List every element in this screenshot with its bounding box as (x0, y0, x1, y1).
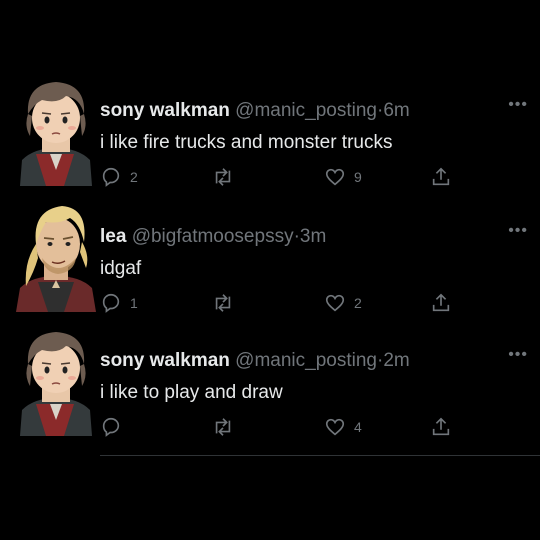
user-handle[interactable]: @manic_posting (235, 100, 377, 121)
more-options-icon[interactable]: ••• (508, 222, 528, 240)
more-options-icon[interactable]: ••• (508, 96, 528, 114)
tweet-actions: 4 (100, 416, 460, 446)
retweet-button[interactable] (212, 166, 242, 188)
tweet-actions: 2 9 (100, 166, 460, 196)
tweet-2[interactable]: lea @bigfatmoosepssy·3m ••• idgaf 1 2 (0, 202, 540, 332)
like-count: 2 (354, 295, 362, 311)
avatar[interactable] (12, 76, 100, 188)
display-name[interactable]: sony walkman (100, 100, 230, 121)
tweet-header: sony walkman @manic_posting·6m (100, 100, 410, 122)
user-handle[interactable]: @bigfatmoosepssy (132, 226, 294, 247)
reply-count: 2 (130, 169, 138, 185)
retweet-icon (215, 294, 231, 312)
heart-icon (325, 418, 345, 436)
reply-button[interactable] (100, 416, 130, 438)
like-button[interactable]: 4 (324, 416, 362, 438)
timestamp[interactable]: 6m (383, 100, 409, 121)
display-name[interactable]: lea (100, 226, 126, 247)
retweet-icon (215, 168, 231, 186)
retweet-button[interactable] (212, 292, 242, 314)
share-button[interactable] (430, 292, 460, 314)
heart-icon (325, 294, 345, 312)
avatar[interactable] (12, 326, 100, 438)
reply-icon (102, 417, 120, 437)
share-button[interactable] (430, 166, 460, 188)
avatar[interactable] (12, 202, 100, 314)
reply-button[interactable]: 1 (100, 292, 138, 314)
divider (100, 455, 540, 456)
share-icon (432, 167, 450, 186)
timestamp[interactable]: 3m (300, 226, 326, 247)
tweet-header: sony walkman @manic_posting·2m (100, 350, 410, 372)
like-count: 4 (354, 419, 362, 435)
like-count: 9 (354, 169, 362, 185)
retweet-icon (215, 418, 231, 436)
tweet-text: idgaf (100, 258, 142, 279)
tweet-1[interactable]: sony walkman @manic_posting·6m ••• i lik… (0, 76, 540, 206)
reply-icon (102, 293, 120, 313)
tweet-actions: 1 2 (100, 292, 460, 322)
heart-icon (325, 168, 345, 186)
like-button[interactable]: 9 (324, 166, 362, 188)
more-options-icon[interactable]: ••• (508, 346, 528, 364)
retweet-button[interactable] (212, 416, 242, 438)
timestamp[interactable]: 2m (383, 350, 409, 371)
tweet-text: i like to play and draw (100, 382, 283, 403)
tweet-header: lea @bigfatmoosepssy·3m (100, 226, 326, 248)
reply-count: 1 (130, 295, 138, 311)
reply-button[interactable]: 2 (100, 166, 138, 188)
user-handle[interactable]: @manic_posting (235, 350, 377, 371)
share-button[interactable] (430, 416, 460, 438)
tweet-text: i like fire trucks and monster trucks (100, 132, 393, 153)
like-button[interactable]: 2 (324, 292, 362, 314)
share-icon (432, 417, 450, 436)
share-icon (432, 293, 450, 312)
display-name[interactable]: sony walkman (100, 350, 230, 371)
tweet-3[interactable]: sony walkman @manic_posting·2m ••• i lik… (0, 326, 540, 456)
reply-icon (102, 167, 120, 187)
